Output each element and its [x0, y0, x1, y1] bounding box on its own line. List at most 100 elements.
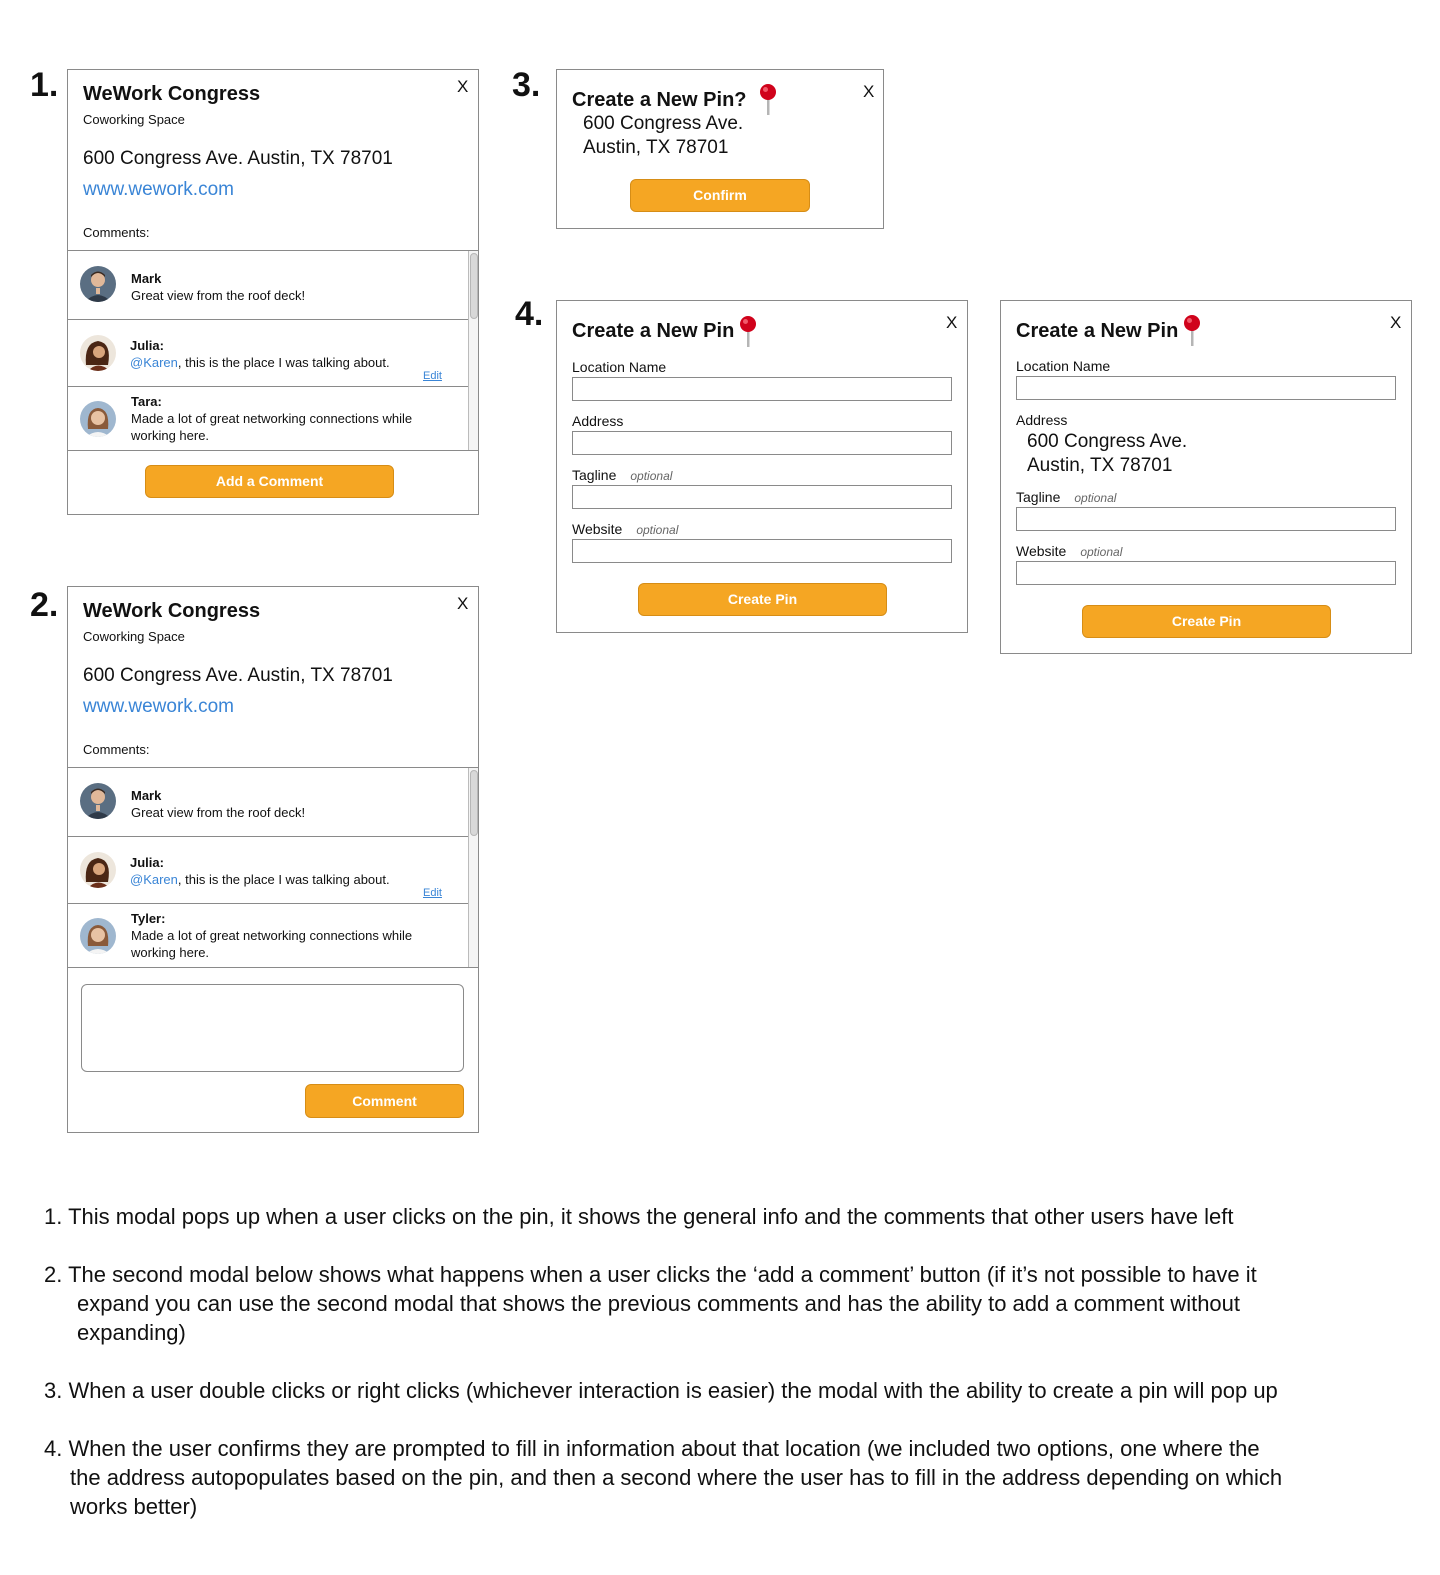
tagline-label: Tagline optional	[1016, 489, 1117, 505]
location-title: WeWork Congress	[83, 600, 261, 622]
step-number-1: 1.	[30, 66, 59, 104]
comment-submit-button[interactable]: Comment	[305, 1084, 464, 1118]
avatar-julia	[80, 852, 116, 888]
optional-hint: optional	[1074, 491, 1117, 505]
add-comment-button[interactable]: Add a Comment	[145, 465, 394, 498]
location-name-label: Location Name	[1016, 358, 1111, 374]
divider	[68, 250, 478, 251]
divider	[68, 967, 478, 968]
website-label: Website optional	[572, 521, 679, 537]
note-4-cont: the address autopopulates based on the p…	[70, 1465, 1283, 1490]
note-1: 1. This modal pops up when a user clicks…	[44, 1204, 1234, 1229]
divider	[68, 836, 468, 837]
create-pin-modal-empty-address: X Create a New Pin Location Name Address…	[556, 300, 968, 633]
close-button[interactable]: X	[457, 77, 468, 97]
scrollbar-thumb[interactable]	[470, 770, 478, 836]
map-pin-icon	[739, 315, 757, 349]
comment-textarea[interactable]	[81, 984, 464, 1072]
address-line-1: 600 Congress Ave.	[1027, 431, 1188, 452]
note-2-cont: expanding)	[77, 1320, 186, 1345]
note-2-cont: expand you can use the second modal that…	[77, 1291, 1241, 1316]
comment-text: Great view from the roof deck!	[131, 805, 306, 820]
location-address: 600 Congress Ave. Austin, TX 78701	[83, 148, 393, 169]
create-pin-modal-autofilled-address: X Create a New Pin Location Name Address…	[1000, 300, 1412, 654]
divider	[68, 386, 468, 387]
divider	[68, 319, 468, 320]
divider	[68, 767, 478, 768]
comment-text: Made a lot of great networking connectio…	[131, 928, 413, 960]
comment-author: Tyler:	[131, 911, 166, 926]
step-number-3: 3.	[512, 66, 541, 104]
note-4-cont: works better)	[70, 1494, 198, 1519]
address-line-2: Austin, TX 78701	[583, 137, 729, 158]
avatar-mark	[80, 783, 116, 819]
comment-text: Made a lot of great networking connectio…	[131, 411, 413, 443]
optional-hint: optional	[630, 469, 673, 483]
modal-title: Create a New Pin?	[572, 89, 747, 111]
modal-title: Create a New Pin	[572, 320, 735, 342]
comment-scrollbar[interactable]	[468, 768, 478, 967]
comment-author: Mark	[131, 788, 162, 803]
website-link[interactable]: www.wework.com	[83, 179, 234, 201]
comment-author: Mark	[131, 271, 162, 286]
comment-author: Julia:	[130, 338, 164, 353]
close-button[interactable]: X	[1390, 313, 1401, 333]
comments-label: Comments:	[83, 742, 150, 757]
avatar-tara	[80, 401, 116, 437]
comment-text: Great view from the roof deck!	[131, 288, 306, 303]
location-name-input[interactable]	[572, 377, 952, 401]
location-address: 600 Congress Ave. Austin, TX 78701	[83, 665, 393, 686]
comments-label: Comments:	[83, 225, 150, 240]
tagline-input[interactable]	[1016, 507, 1396, 531]
location-modal-2: X WeWork Congress Coworking Space 600 Co…	[67, 586, 479, 1133]
address-label: Address	[1016, 412, 1068, 428]
divider	[68, 903, 468, 904]
avatar-julia	[80, 335, 116, 371]
address-input[interactable]	[572, 431, 952, 455]
address-line-1: 600 Congress Ave.	[583, 113, 744, 134]
optional-hint: optional	[636, 523, 679, 537]
tagline-label: Tagline optional	[572, 467, 673, 483]
address-label: Address	[572, 413, 624, 429]
confirm-button[interactable]: Confirm	[630, 179, 810, 212]
website-input[interactable]	[1016, 561, 1396, 585]
address-line-2: Austin, TX 78701	[1027, 455, 1173, 476]
mention-link[interactable]: @Karen	[130, 355, 178, 370]
website-link[interactable]: www.wework.com	[83, 696, 234, 718]
location-category: Coworking Space	[83, 112, 185, 127]
location-category: Coworking Space	[83, 629, 185, 644]
note-2: 2. The second modal below shows what hap…	[44, 1262, 1257, 1287]
confirm-pin-modal: X Create a New Pin? 600 Congress Ave. Au…	[556, 69, 884, 229]
note-4: 4. When the user confirms they are promp…	[44, 1436, 1260, 1461]
map-pin-icon	[759, 83, 777, 117]
create-pin-button[interactable]: Create Pin	[638, 583, 887, 616]
edit-comment-link[interactable]: Edit	[423, 887, 442, 899]
website-label: Website optional	[1016, 543, 1123, 559]
website-input[interactable]	[572, 539, 952, 563]
divider	[68, 450, 478, 451]
avatar-tyler	[80, 918, 116, 954]
comment-text: @Karen, this is the place I was talking …	[130, 872, 390, 887]
scrollbar-thumb[interactable]	[470, 253, 478, 319]
close-button[interactable]: X	[457, 594, 468, 614]
comment-author: Tara:	[131, 394, 162, 409]
edit-comment-link[interactable]: Edit	[423, 370, 442, 382]
step-number-2: 2.	[30, 586, 59, 624]
tagline-input[interactable]	[572, 485, 952, 509]
map-pin-icon	[1183, 314, 1201, 348]
close-button[interactable]: X	[946, 313, 957, 333]
note-3: 3. When a user double clicks or right cl…	[44, 1378, 1278, 1403]
location-name-label: Location Name	[572, 359, 667, 375]
comment-scrollbar[interactable]	[468, 251, 478, 450]
location-modal-1: X WeWork Congress Coworking Space 600 Co…	[67, 69, 479, 515]
comment-author: Julia:	[130, 855, 164, 870]
mention-link[interactable]: @Karen	[130, 872, 178, 887]
location-name-input[interactable]	[1016, 376, 1396, 400]
close-button[interactable]: X	[863, 82, 874, 102]
step-number-4: 4.	[515, 295, 544, 333]
modal-title: Create a New Pin	[1016, 320, 1179, 342]
location-title: WeWork Congress	[83, 83, 261, 105]
comment-text: @Karen, this is the place I was talking …	[130, 355, 390, 370]
optional-hint: optional	[1080, 545, 1123, 559]
create-pin-button[interactable]: Create Pin	[1082, 605, 1331, 638]
